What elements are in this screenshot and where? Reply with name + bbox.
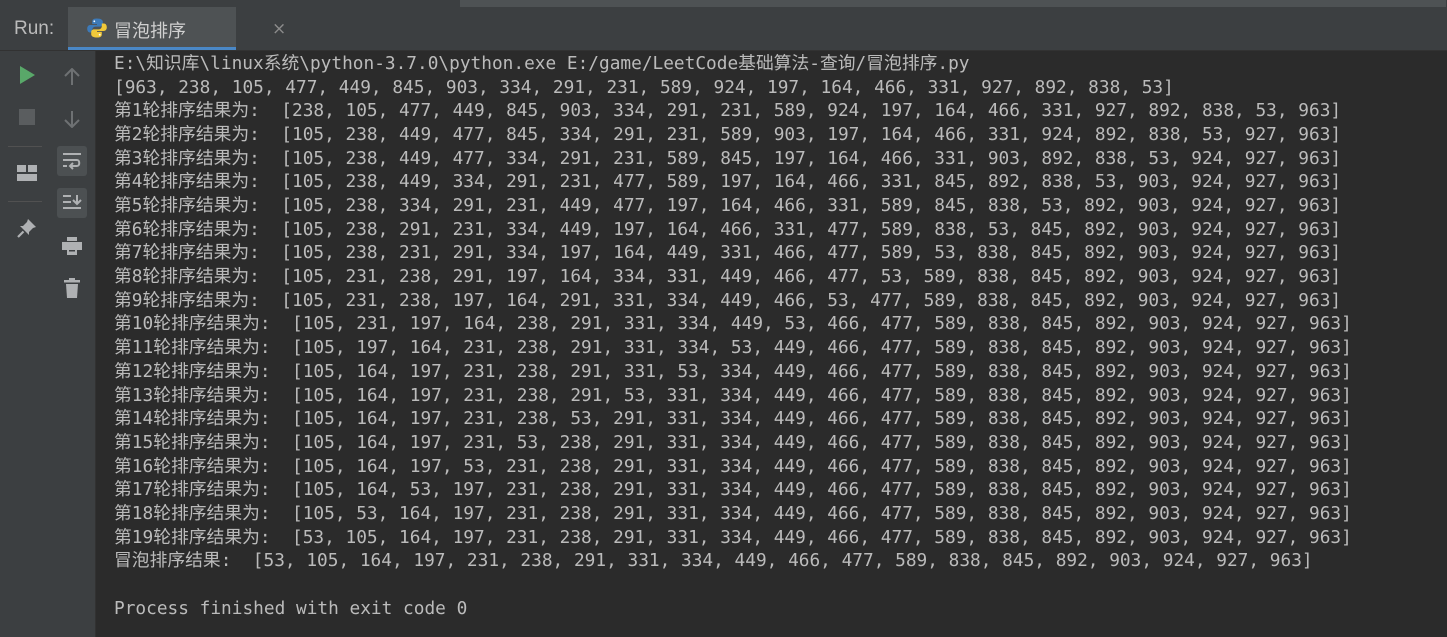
print-icon (62, 237, 82, 255)
stop-button[interactable] (12, 102, 42, 132)
console-line: 第1轮排序结果为: [238, 105, 477, 449, 845, 903,… (114, 100, 1342, 122)
console-line: 第5轮排序结果为: [105, 238, 334, 291, 231, 449,… (114, 195, 1342, 217)
console-line: E:\知识库\linux系统\python-3.7.0\python.exe E… (114, 53, 970, 74)
print-button[interactable] (57, 231, 87, 261)
console-line: 第16轮排序结果为: [105, 164, 197, 53, 231, 238,… (114, 455, 1352, 477)
console-line: 第17轮排序结果为: [105, 164, 53, 197, 231, 238,… (114, 479, 1352, 501)
console-line: 第2轮排序结果为: [105, 238, 449, 477, 845, 334,… (114, 124, 1342, 146)
run-toolbar-left (0, 51, 50, 637)
console-line: 第4轮排序结果为: [105, 238, 449, 334, 291, 231,… (114, 171, 1342, 193)
console-line: [963, 238, 105, 477, 449, 845, 903, 334,… (114, 76, 1174, 98)
console-line: 第6轮排序结果为: [105, 238, 291, 231, 334, 449,… (114, 218, 1342, 240)
soft-wrap-button[interactable] (57, 146, 87, 176)
console-line: 第11轮排序结果为: [105, 197, 164, 231, 238, 291… (114, 337, 1352, 359)
console-line: 第8轮排序结果为: [105, 231, 238, 291, 197, 164,… (114, 266, 1342, 288)
console-line: 第9轮排序结果为: [105, 231, 238, 197, 164, 291,… (114, 289, 1342, 311)
process-finished-line: Process finished with exit code 0 (114, 597, 468, 619)
run-header: Run: 冒泡排序 × (0, 7, 1447, 51)
soft-wrap-icon (63, 153, 81, 170)
console-line: 冒泡排序结果: [53, 105, 164, 197, 231, 238, 29… (114, 550, 1313, 572)
clear-all-button[interactable] (57, 273, 87, 303)
console-line: 第19轮排序结果为: [53, 105, 164, 197, 231, 238,… (114, 526, 1352, 548)
rerun-button[interactable] (12, 60, 42, 90)
editor-tab-strip (0, 0, 1447, 7)
run-toolbar-right (50, 51, 96, 637)
console-line: 第7轮排序结果为: [105, 238, 231, 291, 334, 197,… (114, 242, 1342, 264)
python-icon (87, 18, 107, 38)
scroll-to-end-button[interactable] (57, 188, 87, 218)
console-line: 第14轮排序结果为: [105, 164, 197, 231, 238, 53,… (114, 408, 1352, 430)
console-line: 第18轮排序结果为: [105, 53, 164, 197, 231, 238,… (114, 502, 1352, 524)
arrow-down-icon (64, 111, 80, 128)
scroll-to-end-icon (63, 195, 82, 209)
pin-tab-button[interactable] (12, 213, 42, 243)
restore-layout-button[interactable] (12, 158, 42, 188)
layout-icon (17, 165, 37, 181)
run-tab-bubble-sort[interactable]: 冒泡排序 × (68, 7, 286, 50)
close-icon[interactable]: × (272, 19, 286, 39)
run-icon (20, 66, 35, 84)
pin-icon (17, 219, 36, 238)
console-line: 第3轮排序结果为: [105, 238, 449, 477, 334, 291,… (114, 147, 1342, 169)
console-line: 第13轮排序结果为: [105, 164, 197, 231, 238, 291… (114, 384, 1352, 406)
next-occurrence-button[interactable] (57, 104, 87, 134)
run-tab-title: 冒泡排序 (114, 21, 186, 42)
trash-icon (64, 278, 80, 298)
console-line: 第10轮排序结果为: [105, 231, 197, 164, 238, 291… (114, 313, 1352, 335)
stop-icon (19, 109, 35, 125)
run-label: Run: (14, 18, 55, 39)
console-output[interactable]: E:\知识库\linux系统\python-3.7.0\python.exe E… (96, 51, 1447, 637)
console-line: 第12轮排序结果为: [105, 164, 197, 231, 238, 291… (114, 360, 1352, 382)
arrow-up-icon (64, 68, 80, 85)
console-line: 第15轮排序结果为: [105, 164, 197, 231, 53, 238,… (114, 431, 1352, 453)
previous-occurrence-button[interactable] (57, 62, 87, 92)
run-tool-window: Run: 冒泡排序 × E:\知识库\linux系统\python-3.7.0\… (0, 0, 1447, 637)
